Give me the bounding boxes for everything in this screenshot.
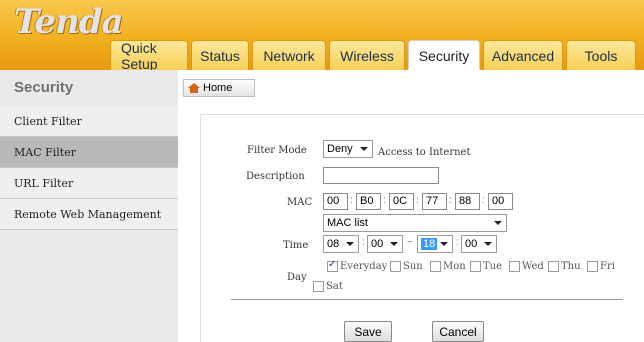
description-input[interactable] xyxy=(323,167,439,184)
mac-octet-2[interactable]: B0 xyxy=(356,193,381,210)
tab-security[interactable]: Security xyxy=(408,40,480,70)
day-mon-checkbox[interactable] xyxy=(430,261,441,272)
chevron-down-icon xyxy=(346,242,354,246)
sidebar-item-client-filter[interactable]: Client Filter xyxy=(0,106,178,137)
mac-separator: : xyxy=(383,195,386,206)
filter-mode-suffix: Access to Internet xyxy=(378,147,471,158)
chevron-down-icon xyxy=(484,242,492,246)
day-sat-checkbox[interactable] xyxy=(313,281,324,292)
end-minute-select[interactable]: 00 xyxy=(461,235,497,253)
sidebar-item-mac-filter[interactable]: MAC Filter xyxy=(0,137,178,168)
section-title: Security xyxy=(0,70,178,106)
day-wed-checkbox[interactable] xyxy=(509,261,520,272)
time-colon: : xyxy=(362,237,365,248)
cancel-button[interactable]: Cancel xyxy=(432,321,484,342)
filter-mode-value: Deny xyxy=(327,143,353,155)
sidebar: Client Filter MAC Filter URL Filter Remo… xyxy=(0,106,178,342)
mac-list-value: MAC list xyxy=(327,217,368,229)
end-hour-select[interactable]: 18 xyxy=(417,235,453,253)
day-sun-label: Sun xyxy=(403,261,423,272)
form-divider xyxy=(231,299,623,300)
tab-wireless[interactable]: Wireless xyxy=(329,40,405,70)
home-icon xyxy=(188,83,200,93)
description-label: Description xyxy=(246,171,305,182)
day-label: Day xyxy=(287,272,307,283)
day-sun-checkbox[interactable] xyxy=(390,261,401,272)
time-colon: : xyxy=(456,237,459,248)
day-everyday-checkbox[interactable] xyxy=(327,259,338,272)
start-hour-select[interactable]: 08 xyxy=(323,235,359,253)
chevron-down-icon xyxy=(440,242,448,246)
mac-separator: : xyxy=(350,195,353,206)
day-thu-checkbox[interactable] xyxy=(548,261,559,272)
mac-octet-6[interactable]: 00 xyxy=(488,193,513,210)
tab-advanced[interactable]: Advanced xyxy=(483,40,563,70)
day-tue-label: Tue xyxy=(483,261,503,272)
time-tilde: ~ xyxy=(407,237,413,248)
sidebar-item-url-filter[interactable]: URL Filter xyxy=(0,168,178,199)
main-nav-tabs: Quick Setup Status Network Wireless Secu… xyxy=(110,40,636,72)
tab-tools[interactable]: Tools xyxy=(566,40,636,70)
save-button[interactable]: Save xyxy=(344,321,392,342)
day-everyday-label: Everyday xyxy=(340,261,388,272)
day-sat-label: Sat xyxy=(326,281,343,292)
mac-octet-3[interactable]: 0C xyxy=(389,193,414,210)
mac-label: MAC xyxy=(287,197,313,208)
mac-octet-5[interactable]: 88 xyxy=(455,193,480,210)
tab-status[interactable]: Status xyxy=(191,40,249,70)
day-fri-checkbox[interactable] xyxy=(587,261,598,272)
time-label: Time xyxy=(283,240,309,251)
tab-network[interactable]: Network xyxy=(252,40,326,70)
start-minute-value: 00 xyxy=(371,238,384,250)
day-wed-label: Wed xyxy=(522,261,544,272)
mac-separator: : xyxy=(482,195,485,206)
mac-octet-1[interactable]: 00 xyxy=(323,193,348,210)
tenda-logo: Tenda xyxy=(14,2,124,42)
mac-filter-panel: Filter Mode Deny Access to Internet Desc… xyxy=(200,114,644,342)
sidebar-item-remote-web-management[interactable]: Remote Web Management xyxy=(0,199,178,230)
home-button[interactable]: Home xyxy=(183,79,255,97)
chevron-down-icon xyxy=(390,242,398,246)
mac-list-select[interactable]: MAC list xyxy=(323,214,507,232)
header-bar: Tenda Quick Setup Status Network Wireles… xyxy=(0,0,644,72)
filter-mode-label: Filter Mode xyxy=(247,145,307,156)
day-fri-label: Fri xyxy=(600,261,615,272)
filter-mode-select[interactable]: Deny xyxy=(323,140,373,158)
chevron-down-icon xyxy=(494,221,502,225)
day-thu-label: Thu xyxy=(561,261,581,272)
start-minute-select[interactable]: 00 xyxy=(367,235,403,253)
tab-quick-setup[interactable]: Quick Setup xyxy=(110,40,188,72)
start-hour-value: 08 xyxy=(327,238,340,250)
day-mon-label: Mon xyxy=(443,261,466,272)
mac-separator: : xyxy=(449,195,452,206)
end-hour-value: 18 xyxy=(421,238,438,250)
chevron-down-icon xyxy=(360,147,368,151)
day-tue-checkbox[interactable] xyxy=(470,261,481,272)
end-minute-value: 00 xyxy=(465,238,478,250)
mac-separator: : xyxy=(416,195,419,206)
home-button-label: Home xyxy=(203,82,233,94)
mac-octet-4[interactable]: 77 xyxy=(422,193,447,210)
